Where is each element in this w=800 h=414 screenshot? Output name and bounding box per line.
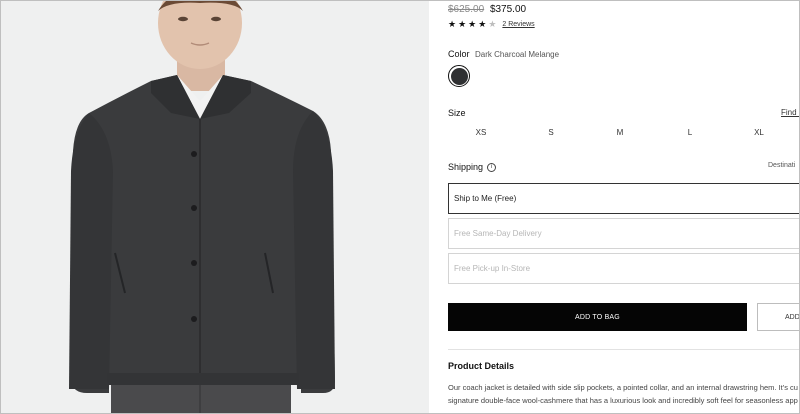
- color-value: Dark Charcoal Melange: [475, 50, 560, 59]
- info-icon[interactable]: i: [487, 162, 497, 172]
- star-icon: ★: [448, 19, 457, 29]
- color-swatch[interactable]: [448, 65, 470, 87]
- product-details-panel: $625.00 $375.00 ★ ★ ★ ★ ★ 2 Reviews Colo…: [448, 1, 799, 413]
- shipping-option-pickup[interactable]: Free Pick-up In-Store: [448, 253, 799, 284]
- reviews-link[interactable]: 2 Reviews: [502, 21, 534, 28]
- description-line: Our coach jacket is detailed with side s…: [448, 383, 798, 392]
- divider: [448, 349, 799, 350]
- shipping-label-text: Shipping: [448, 162, 484, 172]
- size-option-xs[interactable]: XS: [466, 128, 496, 137]
- star-icon: ★: [468, 19, 477, 29]
- star-rating: ★ ★ ★ ★ ★: [448, 20, 496, 29]
- original-price: $625.00: [448, 4, 485, 15]
- description-line: signature double-face wool-cashmere that…: [448, 396, 798, 405]
- star-icon: ★: [458, 19, 467, 29]
- shipping-option-ship-to-me[interactable]: Ship to Me (Free): [448, 183, 799, 214]
- color-swatch-fill: [450, 67, 468, 85]
- product-details-description: Our coach jacket is detailed with side s…: [448, 381, 799, 407]
- star-icon: ★: [478, 19, 487, 29]
- price: $625.00 $375.00: [448, 4, 526, 15]
- secondary-add-button[interactable]: ADD T: [757, 303, 799, 331]
- product-image: [1, 1, 429, 413]
- shipping-option-same-day[interactable]: Free Same-Day Delivery: [448, 218, 799, 249]
- size-label: Size: [448, 108, 466, 118]
- size-option-s[interactable]: S: [536, 128, 566, 137]
- shipping-label: Shipping i: [448, 162, 497, 172]
- size-option-xl[interactable]: XL: [744, 128, 774, 137]
- product-page: $625.00 $375.00 ★ ★ ★ ★ ★ 2 Reviews Colo…: [0, 0, 800, 414]
- sale-price: $375.00: [489, 4, 527, 15]
- add-to-bag-button[interactable]: ADD TO BAG: [448, 303, 747, 331]
- product-details-title: Product Details: [448, 361, 515, 371]
- size-option-l[interactable]: L: [675, 128, 705, 137]
- size-option-m[interactable]: M: [605, 128, 635, 137]
- color-label: Color: [448, 49, 470, 59]
- model-jacket-illustration: [1, 1, 429, 413]
- size-guide-link[interactable]: Find m: [781, 108, 799, 117]
- star-empty-icon: ★: [488, 19, 497, 29]
- destination-label[interactable]: Destinati: [768, 162, 795, 169]
- rating: ★ ★ ★ ★ ★ 2 Reviews: [448, 20, 535, 29]
- color-row: Color Dark Charcoal Melange: [448, 49, 559, 59]
